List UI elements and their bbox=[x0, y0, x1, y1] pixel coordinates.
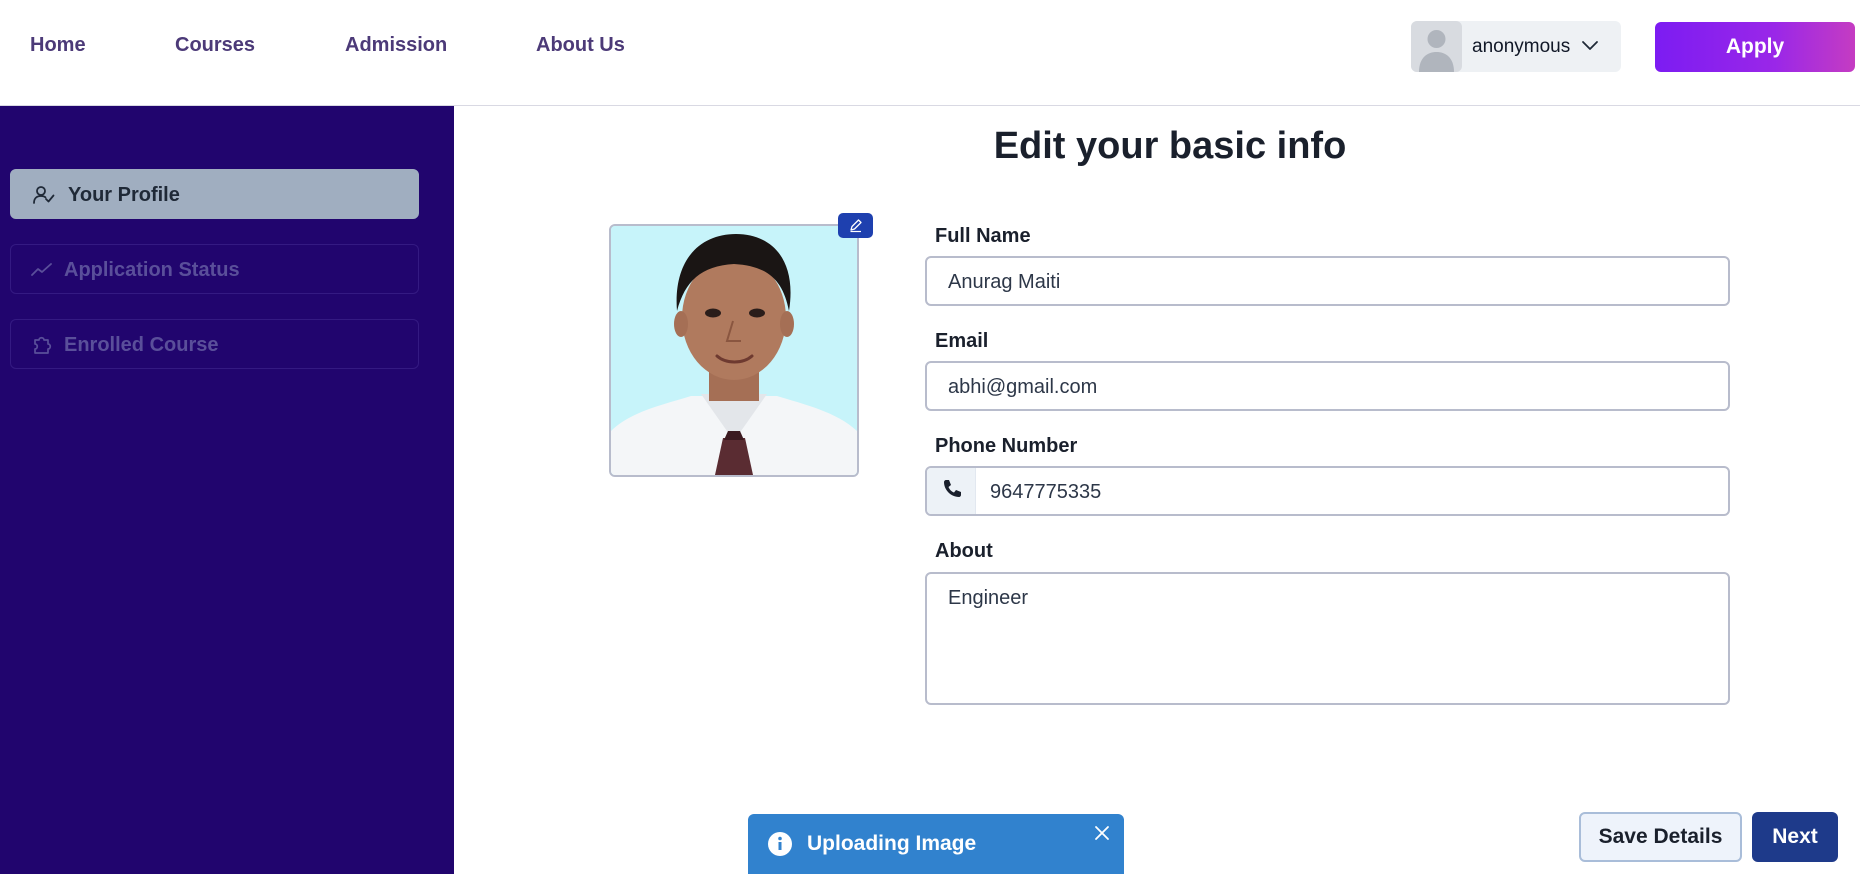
nav-courses-link[interactable]: Courses bbox=[175, 34, 255, 57]
user-check-icon bbox=[33, 186, 55, 204]
toast-message: Uploading Image bbox=[807, 832, 977, 855]
phone-label: Phone Number bbox=[935, 435, 1078, 457]
nav-about-link[interactable]: About Us bbox=[536, 34, 625, 57]
trending-line-icon bbox=[31, 263, 52, 276]
top-navbar: Home Courses Admission About Us anonymou… bbox=[0, 0, 1860, 106]
username: anonymous bbox=[1472, 36, 1571, 57]
phone-input[interactable]: 9647775335 bbox=[925, 466, 1730, 516]
close-icon[interactable] bbox=[1094, 825, 1110, 841]
edit-photo-button[interactable] bbox=[838, 213, 873, 238]
sidebar-item-application-status[interactable]: Application Status bbox=[10, 244, 419, 294]
sidebar-item-label: Your Profile bbox=[68, 184, 180, 206]
about-value: Engineer bbox=[948, 587, 1029, 609]
sidebar-item-label: Application Status bbox=[64, 259, 240, 281]
default-avatar-icon bbox=[1419, 30, 1454, 72]
apply-button[interactable]: Apply bbox=[1655, 22, 1855, 72]
email-value: abhi@gmail.com bbox=[948, 376, 1098, 398]
sidebar-item-label: Enrolled Course bbox=[64, 334, 219, 356]
phone-value: 9647775335 bbox=[990, 481, 1102, 503]
profile-photo bbox=[609, 224, 859, 477]
email-field[interactable]: abhi@gmail.com bbox=[925, 361, 1730, 411]
full-name-input[interactable]: Anurag Maiti bbox=[925, 256, 1730, 306]
sidebar-item-your-profile[interactable]: Your Profile bbox=[10, 169, 419, 219]
about-textarea[interactable]: Engineer bbox=[925, 572, 1730, 705]
puzzle-icon bbox=[34, 336, 52, 354]
profile-portrait-image bbox=[611, 226, 857, 475]
email-label: Email bbox=[935, 330, 989, 352]
full-name-label: Full Name bbox=[935, 225, 1031, 247]
upload-toast: Uploading Image bbox=[748, 814, 1124, 874]
info-icon bbox=[768, 832, 792, 856]
page-title: Edit your basic info bbox=[993, 125, 1347, 167]
phone-icon bbox=[944, 480, 961, 497]
about-label: About bbox=[935, 540, 993, 562]
save-details-button[interactable]: Save Details bbox=[1579, 812, 1742, 862]
next-button[interactable]: Next bbox=[1752, 812, 1838, 862]
avatar bbox=[1411, 21, 1462, 72]
pencil-icon bbox=[850, 219, 862, 233]
user-menu[interactable]: anonymous bbox=[1411, 21, 1621, 72]
sidebar-item-enrolled-course[interactable]: Enrolled Course bbox=[10, 319, 419, 369]
nav-home-link[interactable]: Home bbox=[30, 34, 86, 57]
sidebar: Your Profile Application Status Enrolled… bbox=[0, 106, 454, 874]
full-name-value: Anurag Maiti bbox=[948, 271, 1061, 293]
nav-admission-link[interactable]: Admission bbox=[345, 34, 447, 57]
chevron-down-icon bbox=[1582, 41, 1598, 50]
phone-addon bbox=[927, 468, 976, 514]
